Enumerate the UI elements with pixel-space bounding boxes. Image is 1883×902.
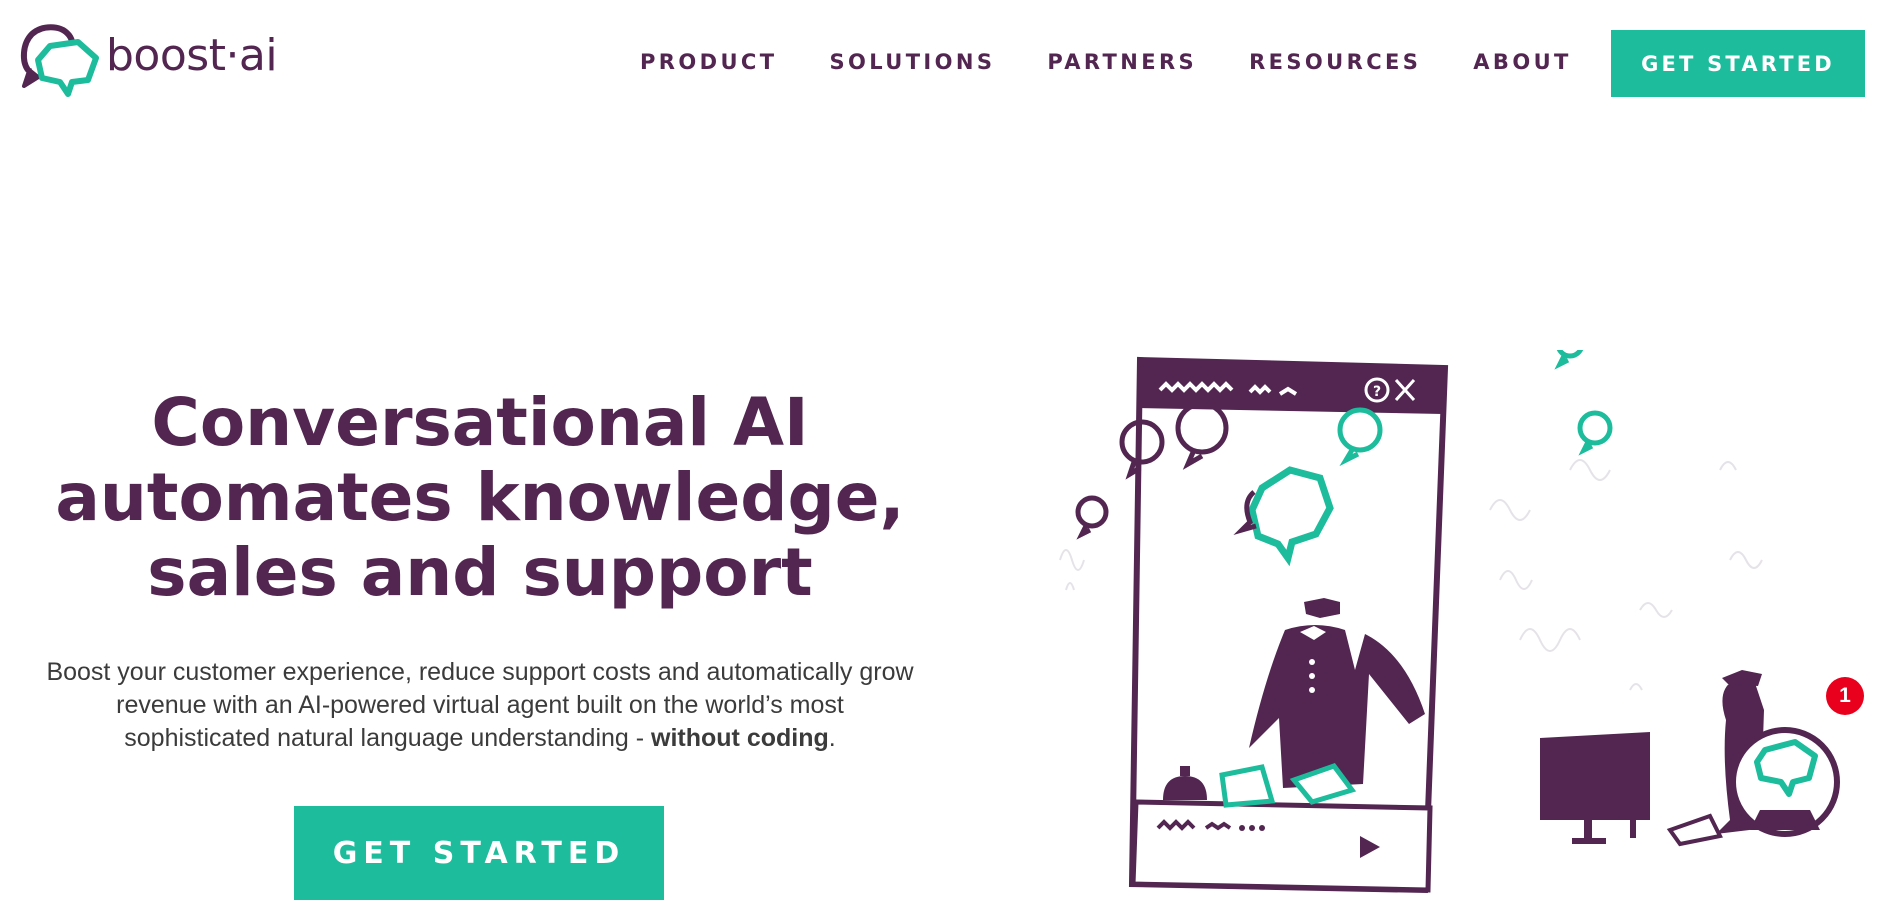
hero-subtitle: Boost your customer experience, reduce s… [40, 656, 920, 755]
header-get-started-button[interactable]: GET STARTED [1611, 30, 1865, 97]
nav-item-about[interactable]: ABOUT [1473, 50, 1572, 74]
nav-item-partners[interactable]: PARTNERS [1047, 50, 1197, 74]
boost-ai-logo[interactable]: boost·ai [20, 24, 300, 104]
nav-item-product[interactable]: PRODUCT [640, 50, 777, 74]
chat-bubble-icon[interactable] [1730, 727, 1840, 837]
hero-illustration: ? [1059, 350, 1840, 894]
hero-title-line-1: Conversational AI [151, 384, 809, 461]
nav-item-solutions[interactable]: SOLUTIONS [829, 50, 995, 74]
site-header: boost·ai PRODUCT SOLUTIONS PARTNERS RESO… [0, 0, 1883, 124]
notification-badge[interactable]: 1 [1826, 677, 1864, 715]
speech-bubbles-logo-icon [20, 24, 99, 97]
hero-subtitle-emphasis: without coding [651, 724, 829, 752]
main-nav: PRODUCT SOLUTIONS PARTNERS RESOURCES ABO… [640, 0, 1624, 124]
hero-title-line-3: sales and support [147, 534, 813, 611]
hero-subtitle-period: . [828, 724, 836, 752]
brand-name: boost·ai [106, 30, 278, 81]
desk-scene [1540, 670, 1766, 847]
svg-text:?: ? [1373, 384, 1381, 400]
hero-title: Conversational AI automates knowledge, s… [40, 385, 920, 610]
hero-get-started-button[interactable]: GET STARTED [294, 806, 664, 900]
hero-title-line-2: automates knowledge, [55, 459, 905, 536]
nav-item-resources[interactable]: RESOURCES [1249, 50, 1421, 74]
